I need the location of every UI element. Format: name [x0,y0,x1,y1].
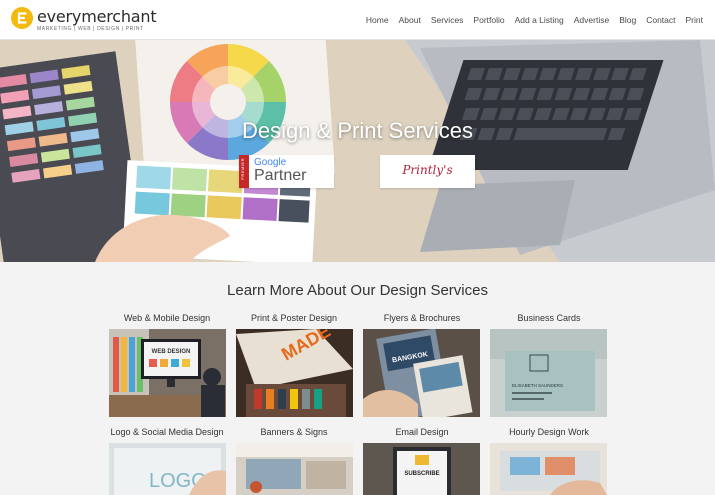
service-image-email-design[interactable]: SUBSCRIBE [363,443,480,495]
services-section-title: Learn More About Our Design Services [227,282,488,299]
main-nav: Home About Services Portfolio Add a List… [356,15,703,25]
google-partner-badge[interactable]: PREMIER Google Partner [239,155,334,188]
service-image-print-poster[interactable]: MADE [236,329,353,417]
hero-banner: Design & Print Services PREMIER Google P… [0,40,715,262]
nav-add-listing[interactable]: Add a Listing [515,15,564,25]
nav-print[interactable]: Print [686,15,703,25]
service-image-web-mobile[interactable]: WEB DESIGN [109,329,226,417]
printlys-badge[interactable]: Printly's [380,155,475,188]
logo-e-icon [11,7,33,29]
service-image-flyers[interactable]: BANGKOK [363,329,480,417]
partner-label: Partner [254,167,307,184]
hero-image [0,40,715,262]
premier-strip: PREMIER [239,155,249,188]
nav-blog[interactable]: Blog [619,15,636,25]
subscribe-text: SUBSCRIBE [404,471,439,477]
service-label-business-cards[interactable]: Business Cards [489,313,609,323]
nav-services[interactable]: Services [431,15,464,25]
site-logo[interactable]: everymerchant MARKETING | WEB | DESIGN |… [10,6,157,34]
service-image-logo-social[interactable]: LOGO [109,443,226,495]
service-label-flyers[interactable]: Flyers & Brochures [362,313,482,323]
service-label-web-mobile[interactable]: Web & Mobile Design [107,313,227,323]
nav-home[interactable]: Home [366,15,389,25]
nav-about[interactable]: About [399,15,421,25]
logo-tagline: MARKETING | WEB | DESIGN | PRINT [37,26,144,32]
logo-name: everymerchant [37,7,157,26]
service-label-logo-social[interactable]: Logo & Social Media Design [107,427,227,437]
service-image-business-cards[interactable]: ELISABETH SAUNDERS [490,329,607,417]
site-header: everymerchant MARKETING | WEB | DESIGN |… [0,0,715,40]
premier-label: PREMIER [240,158,245,180]
card-name-text: ELISABETH SAUNDERS [512,383,563,388]
hero-title: Design & Print Services [241,118,474,143]
service-label-banners-signs[interactable]: Banners & Signs [234,427,354,437]
service-label-hourly-design[interactable]: Hourly Design Work [489,427,609,437]
nav-contact[interactable]: Contact [646,15,675,25]
printlys-logo-text: Printly's [402,163,453,177]
nav-portfolio[interactable]: Portfolio [473,15,504,25]
service-label-print-poster[interactable]: Print & Poster Design [234,313,354,323]
service-image-hourly-design[interactable] [490,443,607,495]
nav-advertise[interactable]: Advertise [574,15,609,25]
service-image-banners-signs[interactable] [236,443,353,495]
service-label-email-design[interactable]: Email Design [362,427,482,437]
web-design-text: WEB DESIGN [152,349,191,355]
